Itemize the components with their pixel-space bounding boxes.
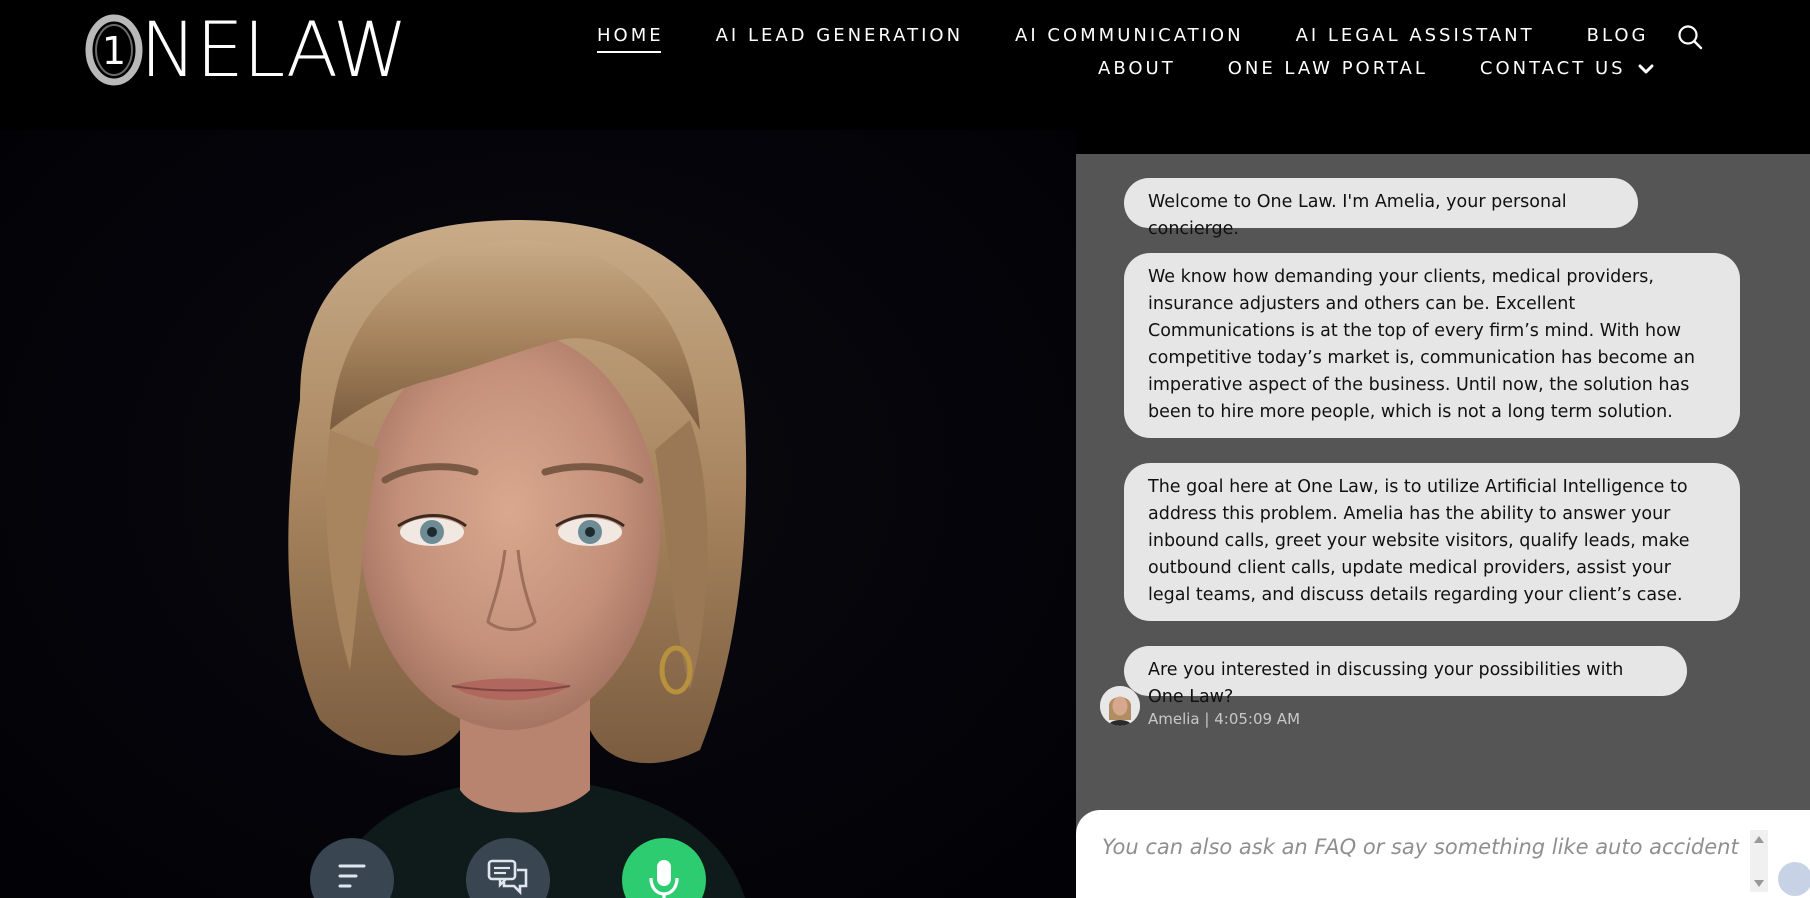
accessibility-badge-icon[interactable] xyxy=(1778,862,1810,896)
nav-ai-lead-generation[interactable]: AI LEAD GENERATION xyxy=(716,25,963,46)
avatar-thumbnail-icon xyxy=(1100,686,1140,726)
message-meta: Amelia | 4:05:09 AM xyxy=(1148,710,1301,728)
avatar-stage xyxy=(0,130,1076,898)
main-nav-row-1: HOME AI LEAD GENERATION AI COMMUNICATION… xyxy=(597,25,1649,53)
chevron-down-icon xyxy=(1638,64,1654,74)
nav-one-law-portal[interactable]: ONE LAW PORTAL xyxy=(1228,58,1428,79)
nav-home[interactable]: HOME xyxy=(597,25,664,53)
nav-ai-communication[interactable]: AI COMMUNICATION xyxy=(1015,25,1244,46)
chat-message: The goal here at One Law, is to utilize … xyxy=(1124,463,1740,621)
nav-contact-us-label: CONTACT US xyxy=(1479,58,1626,79)
menu-lines-icon xyxy=(338,864,366,888)
logo-mark-digit: 1 xyxy=(102,29,126,73)
chat-message: Are you interested in discussing your po… xyxy=(1124,646,1687,707)
logo-text: NELAW xyxy=(140,5,408,94)
nav-about[interactable]: ABOUT xyxy=(1098,58,1176,79)
amelia-avatar xyxy=(288,220,747,898)
nav-blog[interactable]: BLOG xyxy=(1587,25,1649,46)
microphone-icon xyxy=(649,860,679,898)
input-scrollbar[interactable] xyxy=(1750,830,1768,892)
search-icon[interactable] xyxy=(1677,24,1703,50)
chat-bubbles-icon xyxy=(487,859,528,896)
chat-message: We know how demanding your clients, medi… xyxy=(1124,253,1740,438)
page: 1 NELAW HOME AI LEAD GENERATION AI COMMU… xyxy=(0,0,1810,898)
scroll-down-arrow-icon[interactable] xyxy=(1754,880,1764,887)
chat-panel: Welcome to One Law. I'm Amelia, your per… xyxy=(1076,154,1810,898)
one-logo-mark-icon: 1 xyxy=(85,14,143,86)
onelaw-logo[interactable]: 1 NELAW xyxy=(84,5,408,94)
amelia-avatar-thumbnail xyxy=(1100,686,1140,726)
chat-message: Welcome to One Law. I'm Amelia, your per… xyxy=(1124,178,1638,239)
nav-contact-us[interactable]: CONTACT US xyxy=(1480,58,1654,79)
chat-input-area xyxy=(1076,810,1810,898)
scroll-up-arrow-icon[interactable] xyxy=(1754,836,1764,843)
chat-input[interactable] xyxy=(1100,826,1744,868)
nav-ai-legal-assistant[interactable]: AI LEGAL ASSISTANT xyxy=(1296,25,1535,46)
main-nav-row-2: ABOUT ONE LAW PORTAL CONTACT US xyxy=(1098,58,1654,79)
